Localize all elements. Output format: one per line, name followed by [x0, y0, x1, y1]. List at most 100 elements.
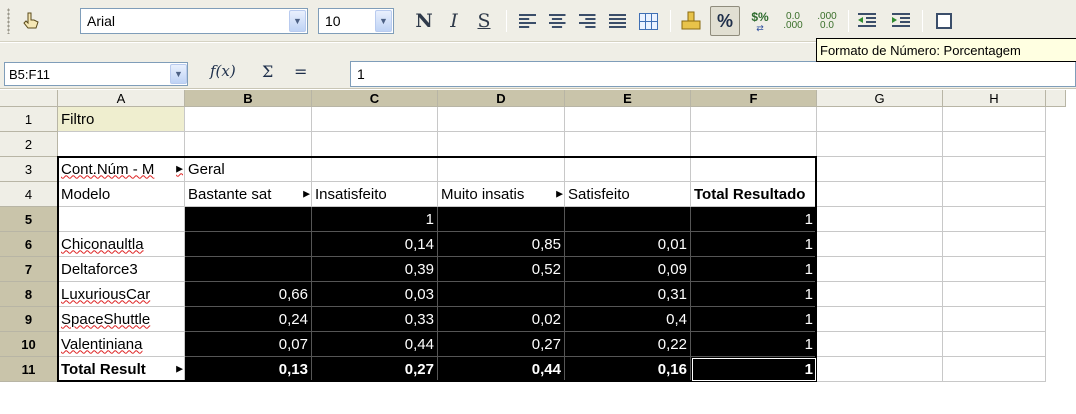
cell-g8[interactable] [817, 282, 943, 307]
row-header-2[interactable]: 2 [0, 132, 58, 157]
cell-b6[interactable] [185, 232, 312, 257]
cell-a8[interactable]: LuxuriousCar [58, 282, 185, 307]
cell-e2[interactable] [565, 132, 691, 157]
justify-icon[interactable] [603, 6, 631, 36]
cell-e11[interactable]: 0,16 [565, 357, 691, 382]
cell-d5[interactable] [438, 207, 565, 232]
cell-b4[interactable]: Bastante sat ▶ [185, 182, 312, 207]
cell-h8[interactable] [943, 282, 1046, 307]
row-header-11[interactable]: 11 [0, 357, 58, 382]
cell-d3[interactable] [438, 157, 565, 182]
cell-e1[interactable] [565, 107, 691, 132]
column-header-e[interactable]: E [565, 90, 691, 107]
cell-a1[interactable]: Filtro [58, 107, 185, 132]
cell-d1[interactable] [438, 107, 565, 132]
cell-b1[interactable] [185, 107, 312, 132]
column-header-a[interactable]: A [58, 90, 185, 107]
formula-input[interactable]: 1 [350, 61, 1076, 87]
merge-cells-icon[interactable] [633, 6, 663, 36]
cell-f7[interactable]: 1 [691, 257, 817, 282]
cell-h7[interactable] [943, 257, 1046, 282]
borders-icon[interactable] [930, 6, 958, 36]
cell-e3[interactable] [565, 157, 691, 182]
cell-d6[interactable]: 0,85 [438, 232, 565, 257]
cell-g11[interactable] [817, 357, 943, 382]
cell-c6[interactable]: 0,14 [312, 232, 438, 257]
cell-g2[interactable] [817, 132, 943, 157]
column-header-d[interactable]: D [438, 90, 565, 107]
column-header-b[interactable]: B [185, 90, 312, 107]
percent-icon[interactable]: % [710, 6, 740, 36]
chevron-down-icon[interactable]: ▼ [170, 64, 187, 84]
cell-c10[interactable]: 0,44 [312, 332, 438, 357]
cell-g3[interactable] [817, 157, 943, 182]
cell-c7[interactable]: 0,39 [312, 257, 438, 282]
row-header-6[interactable]: 6 [0, 232, 58, 257]
function-icon[interactable]: = [294, 62, 307, 81]
sum-icon[interactable]: Σ [262, 62, 273, 81]
cell-d10[interactable]: 0,27 [438, 332, 565, 357]
cell-e9[interactable]: 0,4 [565, 307, 691, 332]
column-header-h[interactable]: H [943, 90, 1046, 107]
cell-f6[interactable]: 1 [691, 232, 817, 257]
cell-a5[interactable] [58, 207, 185, 232]
function-wizard-icon[interactable]: f(x) [210, 62, 236, 80]
cell-g4[interactable] [817, 182, 943, 207]
row-header-8[interactable]: 8 [0, 282, 58, 307]
column-header-c[interactable]: C [312, 90, 438, 107]
underline-icon[interactable]: S [470, 6, 498, 36]
chevron-down-icon[interactable]: ▼ [289, 10, 306, 32]
cell-e7[interactable]: 0,09 [565, 257, 691, 282]
cell-f4[interactable]: Total Resultado [691, 182, 817, 207]
currency-icon[interactable] [676, 6, 706, 36]
cell-c1[interactable] [312, 107, 438, 132]
cell-e6[interactable]: 0,01 [565, 232, 691, 257]
add-decimal-icon[interactable]: 0.0 .000 [778, 6, 808, 36]
cell-g7[interactable] [817, 257, 943, 282]
cell-b8[interactable]: 0,66 [185, 282, 312, 307]
cell-a6[interactable]: Chiconaultla [58, 232, 185, 257]
cell-f1[interactable] [691, 107, 817, 132]
cell-f8[interactable]: 1 [691, 282, 817, 307]
cell-e4[interactable]: Satisfeito [565, 182, 691, 207]
font-size-dropdown[interactable]: 10 ▼ [318, 8, 394, 34]
chevron-down-icon[interactable]: ▼ [375, 10, 392, 32]
select-all-corner[interactable] [0, 90, 58, 107]
cell-c8[interactable]: 0,03 [312, 282, 438, 307]
drag-handle-icon[interactable] [16, 6, 46, 36]
cell-g10[interactable] [817, 332, 943, 357]
row-header-7[interactable]: 7 [0, 257, 58, 282]
cell-a7[interactable]: Deltaforce3 [58, 257, 185, 282]
cell-e5[interactable] [565, 207, 691, 232]
cell-e10[interactable]: 0,22 [565, 332, 691, 357]
cell-a3[interactable]: Cont.Núm - M ▶ [58, 157, 185, 182]
italic-icon[interactable]: I [440, 6, 468, 36]
cell-b2[interactable] [185, 132, 312, 157]
cell-h10[interactable] [943, 332, 1046, 357]
cell-a4[interactable]: Modelo [58, 182, 185, 207]
font-name-dropdown[interactable]: Arial ▼ [80, 8, 308, 34]
cell-h9[interactable] [943, 307, 1046, 332]
increase-indent-icon[interactable] [886, 6, 916, 36]
cell-b9[interactable]: 0,24 [185, 307, 312, 332]
row-header-3[interactable]: 3 [0, 157, 58, 182]
cell-d9[interactable]: 0,02 [438, 307, 565, 332]
standard-format-icon[interactable]: $% ⇄ [745, 6, 775, 36]
cell-f11[interactable]: 1 [691, 357, 817, 382]
cell-f3[interactable] [691, 157, 817, 182]
cell-d11[interactable]: 0,44 [438, 357, 565, 382]
cell-h1[interactable] [943, 107, 1046, 132]
cell-a9[interactable]: SpaceShuttle [58, 307, 185, 332]
row-header-4[interactable]: 4 [0, 182, 58, 207]
cell-g1[interactable] [817, 107, 943, 132]
row-header-10[interactable]: 10 [0, 332, 58, 357]
cell-f2[interactable] [691, 132, 817, 157]
cell-b3[interactable]: Geral [185, 157, 312, 182]
row-header-5[interactable]: 5 [0, 207, 58, 232]
cell-d8[interactable] [438, 282, 565, 307]
row-header-9[interactable]: 9 [0, 307, 58, 332]
cell-b11[interactable]: 0,13 [185, 357, 312, 382]
cell-h2[interactable] [943, 132, 1046, 157]
cell-d2[interactable] [438, 132, 565, 157]
column-header-g[interactable]: G [817, 90, 943, 107]
